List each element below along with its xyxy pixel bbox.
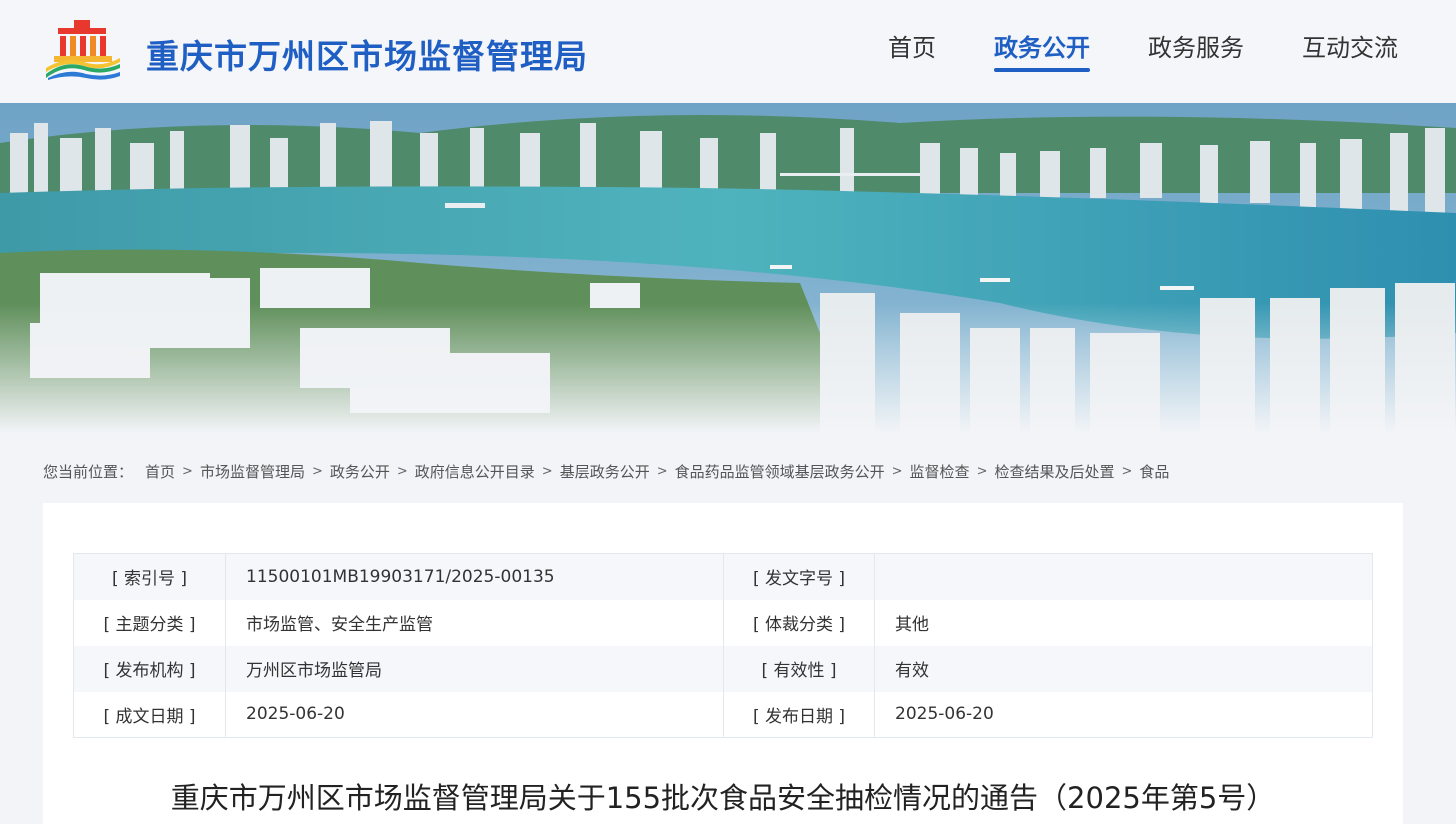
breadcrumb-item-bureau[interactable]: 市场监督管理局 xyxy=(200,461,305,482)
breadcrumb: 您当前位置： 首页 > 市场监督管理局 > 政务公开 > 政府信息公开目录 > … xyxy=(43,460,1169,482)
nav-home[interactable]: 首页 xyxy=(884,26,940,72)
breadcrumb-item-inspection[interactable]: 监督检查 xyxy=(910,461,970,482)
document-meta-table: [ 索引号 ] 11500101MB19903171/2025-00135 [ … xyxy=(73,553,1373,738)
breadcrumb-separator: > xyxy=(976,463,988,479)
site-title[interactable]: 重庆市万州区市场监督管理局 xyxy=(146,30,588,78)
meta-value-publish-date: 2025-06-20 xyxy=(895,704,994,725)
meta-label-issuer: [ 发布机构 ] xyxy=(73,645,226,692)
main-nav: 首页 政务公开 政务服务 互动交流 xyxy=(884,26,1402,76)
meta-label-genre: [ 体裁分类 ] xyxy=(723,599,875,646)
table-row: [ 索引号 ] 11500101MB19903171/2025-00135 [ … xyxy=(73,553,1373,600)
site-header: 重庆市万州区市场监督管理局 首页 政务公开 政务服务 互动交流 xyxy=(0,0,1456,103)
breadcrumb-prefix: 您当前位置： xyxy=(43,462,134,481)
breadcrumb-separator: > xyxy=(182,463,193,479)
table-row: [ 发布机构 ] 万州区市场监管局 [ 有效性 ] 有效 xyxy=(73,645,1373,692)
breadcrumb-separator: > xyxy=(1121,463,1133,479)
nav-government-affairs[interactable]: 政务公开 xyxy=(990,26,1094,72)
breadcrumb-item-home[interactable]: 首页 xyxy=(145,461,175,482)
table-row: [ 主题分类 ] 市场监管、安全生产监管 [ 体裁分类 ] 其他 xyxy=(73,599,1373,646)
city-banner-image xyxy=(0,103,1456,433)
nav-government-services[interactable]: 政务服务 xyxy=(1144,26,1248,72)
breadcrumb-item-food-drug[interactable]: 食品药品监管领域基层政务公开 xyxy=(675,461,885,482)
breadcrumb-item-info-directory[interactable]: 政府信息公开目录 xyxy=(415,461,535,482)
meta-label-doc-no: [ 发文字号 ] xyxy=(723,553,875,600)
document-title: 重庆市万州区市场监督管理局关于155批次食品安全抽检情况的通告（2025年第5号… xyxy=(170,781,1276,815)
meta-value-written-date: 2025-06-20 xyxy=(225,691,724,738)
meta-value-issuer: 万州区市场监管局 xyxy=(225,645,724,692)
breadcrumb-item-food[interactable]: 食品 xyxy=(1139,461,1169,482)
meta-value-validity: 有效 xyxy=(895,661,929,681)
meta-label-validity: [ 有效性 ] xyxy=(723,645,875,692)
meta-label-written-date: [ 成文日期 ] xyxy=(73,691,226,738)
article-card: [ 索引号 ] 11500101MB19903171/2025-00135 [ … xyxy=(43,503,1403,824)
meta-value-topic: 市场监管、安全生产监管 xyxy=(225,599,724,646)
meta-label-publish-date: [ 发布日期 ] xyxy=(723,691,875,738)
meta-value-genre: 其他 xyxy=(895,615,929,635)
breadcrumb-item-results[interactable]: 检查结果及后处置 xyxy=(994,461,1114,482)
breadcrumb-separator: > xyxy=(891,463,903,479)
breadcrumb-separator: > xyxy=(656,463,668,479)
meta-value-doc-no xyxy=(875,554,1373,600)
meta-label-index-no: [ 索引号 ] xyxy=(73,553,226,600)
breadcrumb-item-grassroots[interactable]: 基层政务公开 xyxy=(560,461,650,482)
meta-value-index-no: 11500101MB19903171/2025-00135 xyxy=(225,553,724,600)
breadcrumb-separator: > xyxy=(541,463,553,479)
nav-interaction[interactable]: 互动交流 xyxy=(1298,26,1402,72)
breadcrumb-separator: > xyxy=(396,463,408,479)
meta-label-topic: [ 主题分类 ] xyxy=(73,599,226,646)
breadcrumb-item-government-affairs[interactable]: 政务公开 xyxy=(330,461,390,482)
government-emblem-logo[interactable] xyxy=(44,18,122,80)
table-row: [ 成文日期 ] 2025-06-20 [ 发布日期 ] 2025-06-20 xyxy=(73,691,1373,738)
breadcrumb-separator: > xyxy=(311,463,323,479)
